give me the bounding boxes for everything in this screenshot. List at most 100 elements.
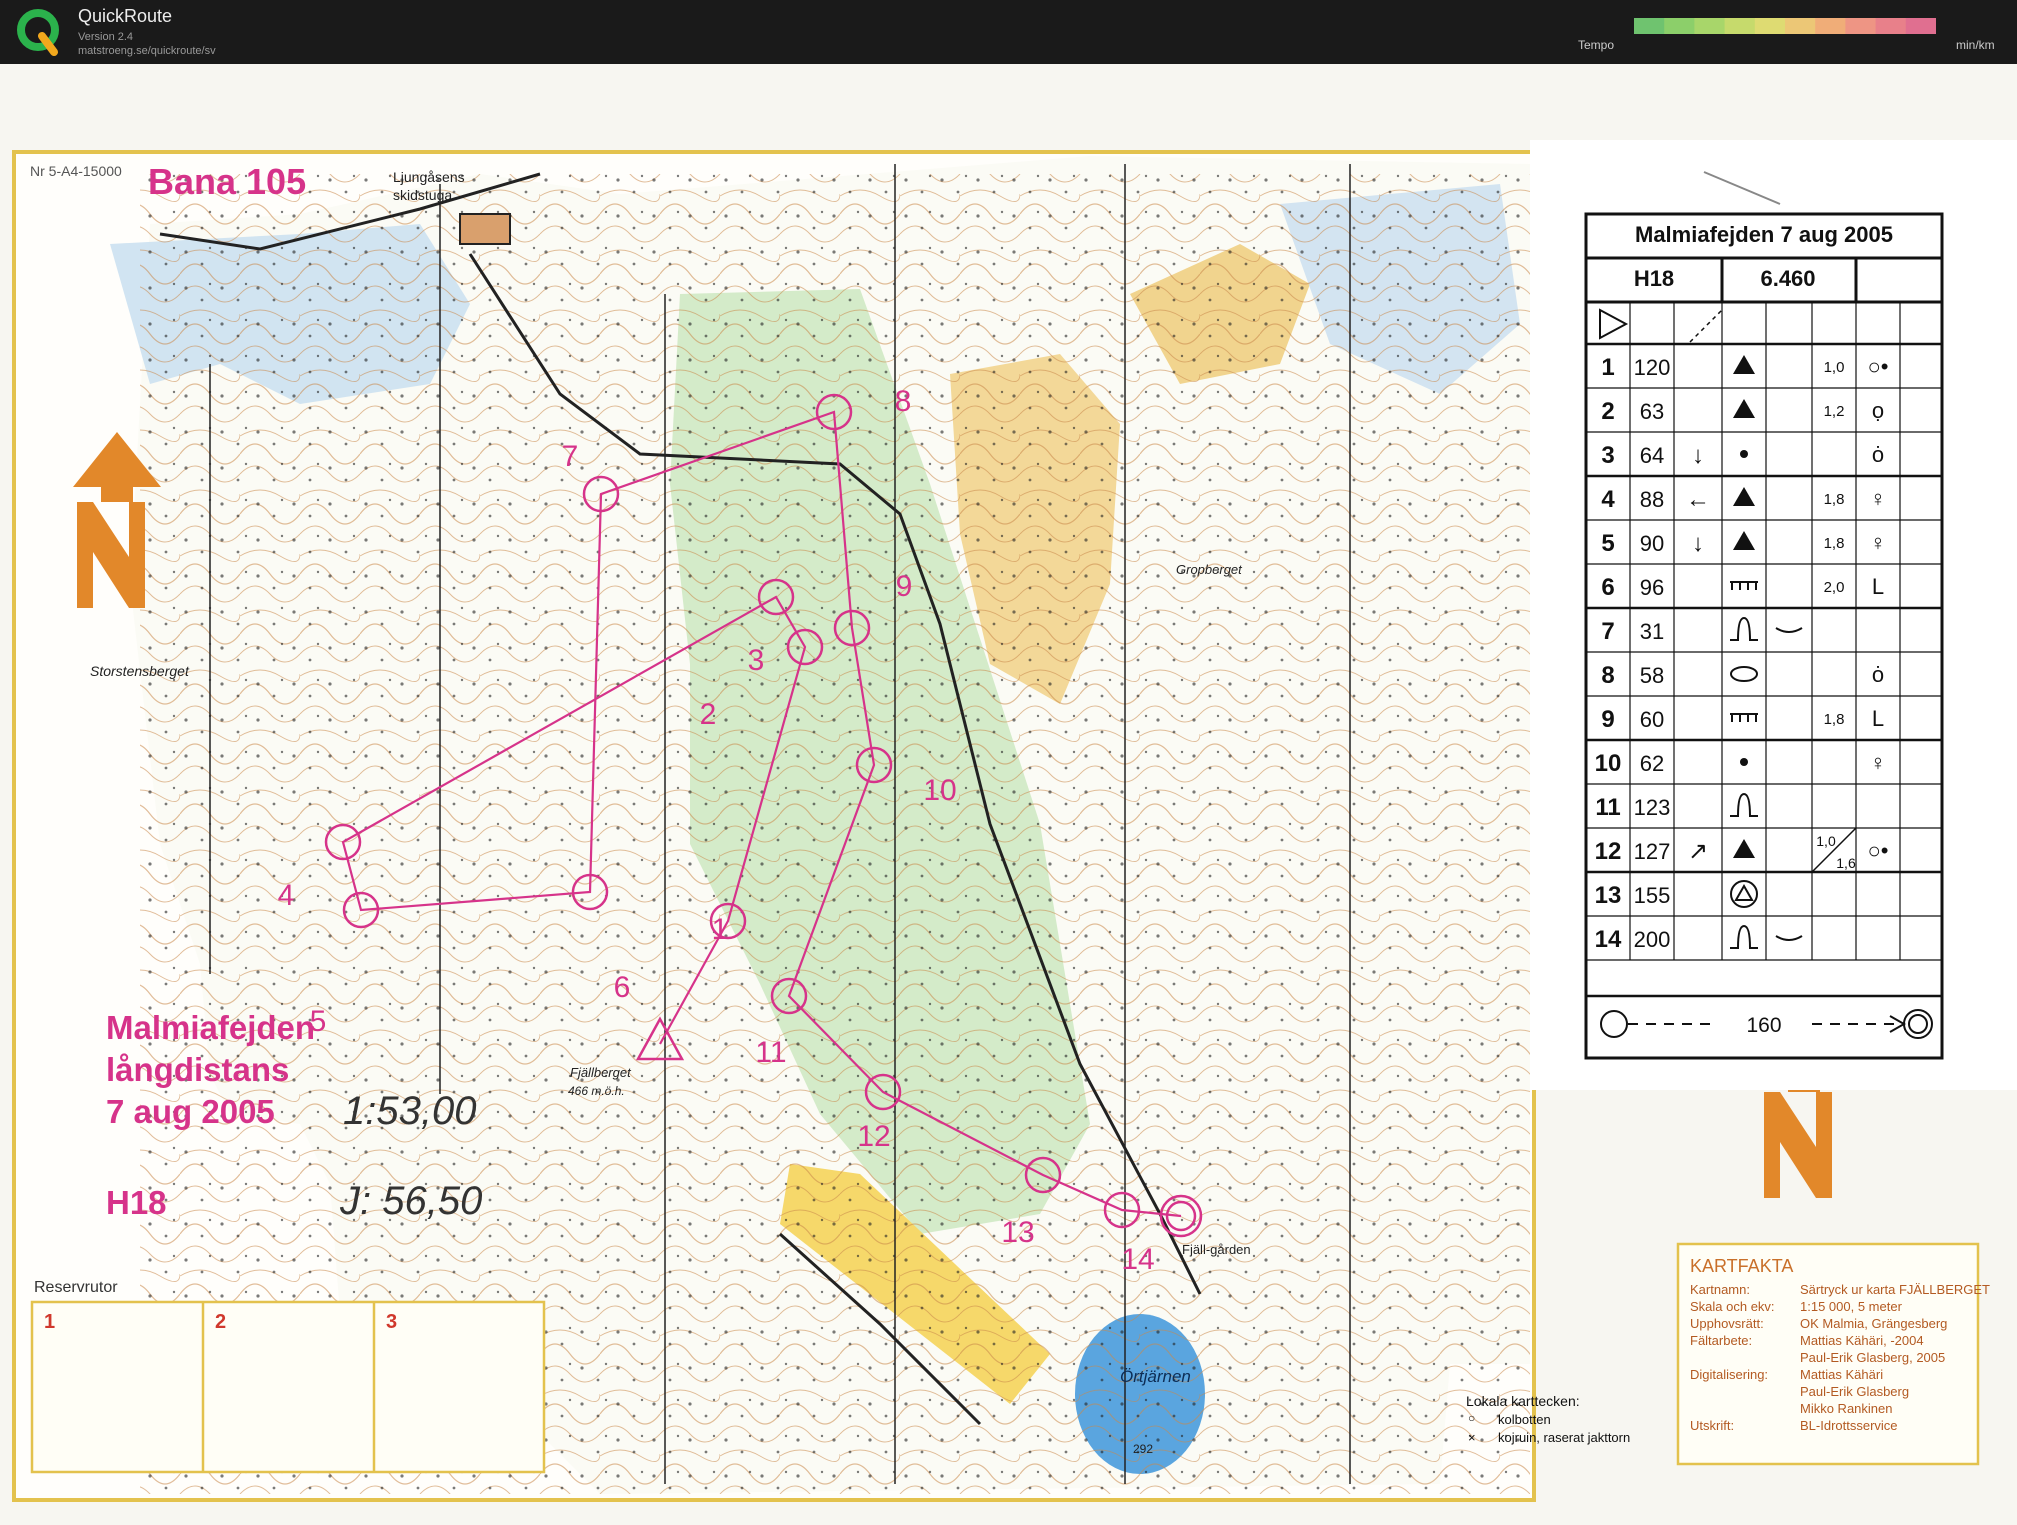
tempo-color-swatch [1845,18,1877,34]
kartfakta-value: OK Malmia, Grängesberg [1800,1316,1947,1331]
position-symbol-icon: L [1872,706,1884,731]
control-number: 8 [895,385,912,418]
boulder-symbol-icon [1740,450,1748,458]
kartfakta-title: KARTFAKTA [1690,1256,1793,1276]
direction-arrow-icon: ↗ [1688,838,1708,865]
position-symbol-icon: ○• [1868,838,1889,863]
handwritten-time-1: 1:53,00 [343,1089,476,1133]
tempo-color-swatch [1875,18,1907,34]
position-symbol-icon: ȯ [1872,442,1884,467]
rock-features [140,174,1530,1494]
tempo-color-swatch [1785,18,1816,34]
control-row-number: 2 [1601,398,1614,425]
description-distance: 6.460 [1760,266,1815,291]
place-storstensberget: Storstensberget [90,663,190,679]
control-row-size: 1,2 [1824,403,1845,420]
tempo-color-swatch [1905,18,1936,34]
reserve-box-1: 1 [44,1311,55,1333]
app-toolbar: QuickRoute Version 2.4 matstroeng.se/qui… [0,0,2017,64]
kartfakta-value: 1:15 000, 5 meter [1800,1299,1903,1314]
kartfakta-label: Upphovsrätt: [1690,1316,1764,1331]
control-number: 11 [755,1036,786,1069]
control-row-number: 14 [1595,926,1622,953]
tempo-label: Tempo [1578,38,1615,52]
kartfakta-label: Fältarbete: [1690,1333,1752,1348]
building-ski-lodge [459,213,511,245]
quickroute-logo-icon [17,9,59,56]
control-row-code: 64 [1640,443,1664,468]
tempo-color-swatch [1724,18,1756,34]
course-title: Bana 105 [148,161,306,202]
kartfakta-label: Utskrift: [1690,1418,1734,1433]
position-symbol-icon: ♀ [1870,750,1887,775]
control-row-number: 6 [1601,574,1614,601]
reserve-box-3: 3 [386,1311,397,1333]
kartfakta-label: Skala och ekv: [1690,1299,1775,1314]
position-symbol-icon: ○• [1868,354,1889,379]
description-class: H18 [1634,266,1674,291]
control-row-number: 10 [1595,750,1622,777]
place-ortjarnen: Örtjärnen [1120,1367,1191,1386]
tempo-color-swatch [1694,18,1726,34]
reserve-box-2: 2 [215,1311,226,1333]
control-row-code: 96 [1640,575,1664,600]
control-row-code: 90 [1640,531,1664,556]
direction-arrow-icon: ↓ [1692,530,1704,557]
reserve-box-frame [30,1300,546,1474]
event-title-line-1: Malmiafejden [106,1009,315,1046]
app-title: QuickRoute [78,6,173,26]
control-row-size: 2,0 [1824,579,1845,596]
orienteering-map[interactable]: 1234567891011121314 Nr 5-A4-15000 Bana 1… [0,64,2017,1525]
reserve-label: Reservrutor [34,1279,118,1296]
event-title-line-3: 7 aug 2005 [106,1093,275,1130]
tempo-color-scale [1634,18,1936,34]
control-number: 12 [857,1120,890,1153]
kartfakta-value: Paul-Erik Glasberg, 2005 [1800,1350,1945,1365]
control-number: 10 [923,774,956,807]
legend-item-kojruin: kojruin, raserat jakttorn [1498,1430,1630,1445]
position-symbol-icon: ȯ [1872,662,1884,687]
handwritten-time-2: J: 56,50 [339,1179,482,1223]
control-number: 6 [614,971,631,1004]
kartfakta-value: BL-Idrottsservice [1800,1418,1898,1433]
boulder-symbol-icon [1740,758,1748,766]
direction-arrow-icon: ← [1686,486,1710,513]
place-elevation: 466 m.ö.h. [568,1084,625,1098]
control-row-code: 155 [1634,883,1671,908]
app-url[interactable]: matstroeng.se/quickroute/sv [78,44,216,58]
legend-kojruin-icon: × [1468,1430,1476,1445]
tempo-color-swatch [1754,18,1786,34]
control-row-size: 1,6 [1836,855,1856,871]
control-row-size: 1,0 [1816,833,1836,849]
event-title-line-2: långdistans [106,1051,289,1088]
control-number: 3 [748,644,765,677]
kartfakta-value: Särtryck ur karta FJÄLLBERGET [1800,1282,1990,1297]
tempo-color-swatch [1664,18,1695,34]
tempo-unit: min/km [1956,38,1995,52]
legend-item-kolbotten: kolbotten [1498,1412,1551,1427]
position-symbol-icon: L [1872,574,1884,599]
kartfakta-value: Mikko Rankinen [1800,1401,1893,1416]
app-version: Version 2.4 [78,31,134,43]
control-row-number: 5 [1601,530,1614,557]
position-symbol-icon: ♀ [1870,530,1887,555]
control-row-code: 88 [1640,487,1664,512]
control-row-code: 63 [1640,399,1664,424]
position-symbol-icon: ọ [1872,398,1884,423]
finish-distance: 160 [1746,1014,1781,1037]
map-code: Nr 5-A4-15000 [30,163,122,179]
control-row-code: 60 [1640,707,1664,732]
place-spot-height: 292 [1133,1442,1153,1456]
control-row-code: 31 [1640,619,1664,644]
place-fjallgarden: Fjäll-gården [1182,1242,1251,1257]
kartfakta-label: Digitalisering: [1690,1367,1768,1382]
control-row-number: 7 [1601,618,1614,645]
kartfakta-label: Kartnamn: [1690,1282,1750,1297]
control-row-size: 1,8 [1824,535,1845,552]
control-row-code: 120 [1634,355,1671,380]
place-gropberget: Gropberget [1176,562,1243,577]
description-title: Malmiafejden 7 aug 2005 [1635,222,1893,247]
control-description-table: Malmiafejden 7 aug 2005 H18 6.460 1 120 1,… [1584,212,1944,1060]
control-row-code: 200 [1634,927,1671,952]
kartfakta-value: Paul-Erik Glasberg [1800,1384,1909,1399]
